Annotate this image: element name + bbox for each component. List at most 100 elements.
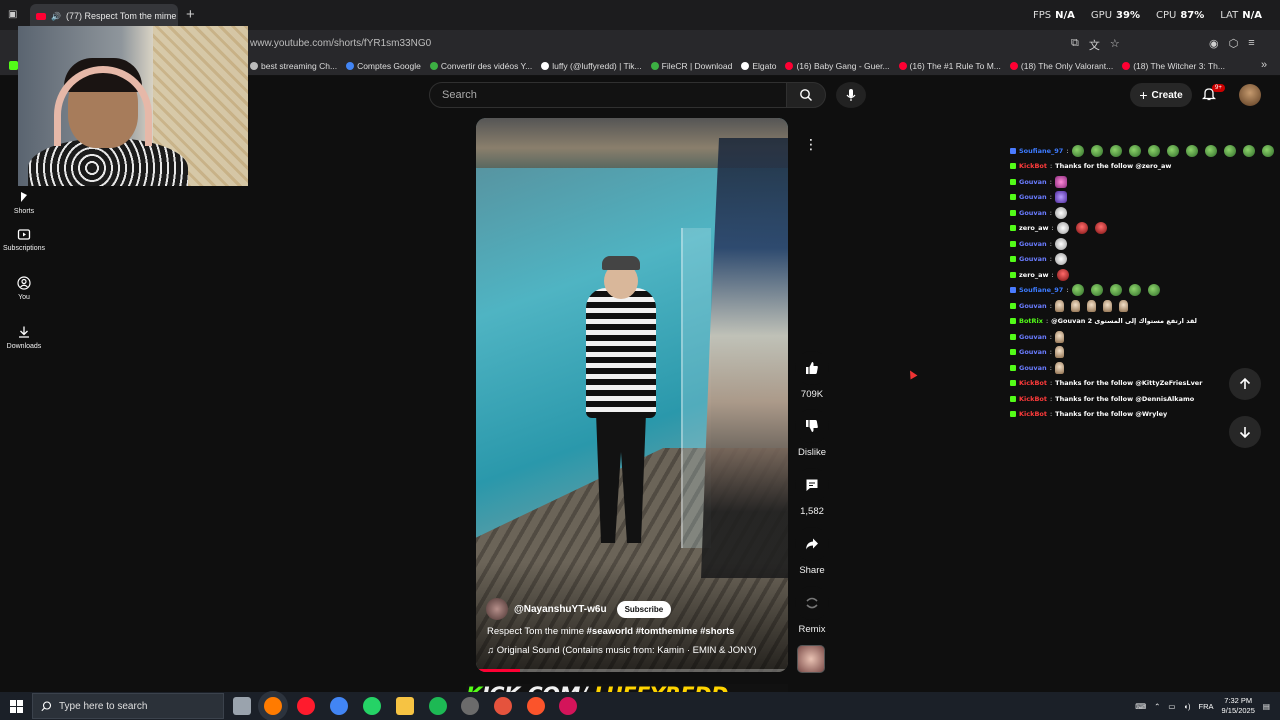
chat-separator: : [1049,239,1052,248]
bookmark-item[interactable]: luffy (@luffyredd) | Tik... [541,61,642,71]
tray-overflow-icon[interactable]: ⌃ [1154,702,1160,711]
bookmarks-overflow-icon[interactable]: » [1261,59,1267,71]
bookmark-label: best streaming Ch... [261,61,338,71]
search-button[interactable] [786,82,826,108]
dislike-button[interactable]: Dislike [792,409,832,458]
spotify-icon[interactable] [429,697,447,715]
video-progress-fill [476,669,520,672]
chat-username[interactable]: Soufiane_97 [1019,286,1063,294]
translate-icon[interactable]: 文 [1089,37,1100,53]
taskbar-search-box[interactable]: Type here to search [32,693,224,719]
firefox-icon[interactable] [264,697,282,715]
bookmark-item[interactable]: Comptes Google [346,61,421,71]
chat-username[interactable]: KickBot [1019,379,1047,387]
bookmark-item[interactable]: (16) Baby Gang - Guer... [785,61,890,71]
bookmark-item[interactable]: best streaming Ch... [250,61,337,71]
notification-center-icon[interactable]: ▤ [1263,702,1270,711]
account-avatar[interactable] [1239,84,1261,106]
picture-in-picture-icon[interactable]: ⧉ [1071,37,1079,53]
bookmark-list: best streaming Ch... Comptes Google Conver… [250,61,1225,71]
speaker-icon[interactable]: 🔊 [51,12,61,21]
nav-you[interactable]: You [0,276,48,301]
chat-emote-icon [1147,144,1160,157]
voice-search-button[interactable] [836,82,866,108]
chat-username[interactable]: Gouvan [1019,193,1047,201]
bookmark-item[interactable]: (18) The Only Valorant... [1009,61,1113,71]
chat-username[interactable]: Gouvan [1019,302,1047,310]
kick-bookmark-icon[interactable] [9,61,18,70]
chat-username[interactable]: Gouvan [1019,364,1047,372]
url-field[interactable]: www.youtube.com/shorts/fYR1sm33NG0 [250,38,431,49]
chat-username[interactable]: zero_aw [1019,271,1049,279]
windows-taskbar: Type here to search ⌨ ⌃ ▭ ◖) FRA 7:32 PM… [0,692,1280,720]
bookmark-star-icon[interactable]: ☆ [1110,37,1120,53]
chrome-icon[interactable] [330,697,348,715]
create-button[interactable]: + Create [1130,83,1192,107]
chat-username[interactable]: Gouvan [1019,209,1047,217]
profile-icon[interactable]: ◉ [1209,37,1219,50]
opera-icon[interactable] [297,697,315,715]
bookmark-item[interactable]: (18) The Witcher 3: Th... [1122,61,1225,71]
previous-short-button[interactable] [1229,368,1261,400]
like-button[interactable]: 709K [792,351,832,400]
volume-icon[interactable]: ◖) [1184,702,1191,711]
browser-tab-active[interactable]: 🔊 (77) Respect Tom the mime ✕ [30,4,178,28]
chat-username[interactable]: KickBot [1019,395,1047,403]
nav-shorts[interactable]: Shorts [0,190,48,215]
next-short-button[interactable] [1229,416,1261,448]
bookmark-item[interactable]: FileCR | Download [650,61,732,71]
share-button[interactable]: Share [792,527,832,576]
nav-downloads[interactable]: Downloads [0,325,48,350]
brave-icon[interactable] [527,697,545,715]
chat-emote-icon [1094,222,1107,235]
chat-emote-icon [1054,191,1067,204]
keyboard-icon[interactable]: ⌨ [1135,702,1146,711]
chat-message: Gouvan: [1010,236,1280,252]
short-video-player[interactable]: @NayanshuYT-w6u Subscribe Respect Tom th… [476,118,788,672]
video-progress-bar[interactable] [476,669,788,672]
task-view-icon[interactable] [233,697,251,715]
clock[interactable]: 7:32 PM 9/15/2025 [1222,696,1255,716]
language-indicator[interactable]: FRA [1199,702,1214,711]
channel-avatar[interactable] [486,598,508,620]
new-tab-button[interactable]: + [186,6,195,23]
remix-button[interactable]: Remix [792,586,832,635]
bookmark-item[interactable]: Convertir des vidéos Y... [429,61,532,71]
chat-username[interactable]: Gouvan [1019,178,1047,186]
start-button[interactable] [0,692,32,720]
bookmark-item[interactable]: (16) The #1 Rule To M... [898,61,1001,71]
chat-username[interactable]: KickBot [1019,410,1047,418]
obs-icon[interactable] [461,697,479,715]
subscribe-button[interactable]: Subscribe [616,600,672,618]
nav-subscriptions[interactable]: Subscriptions [0,227,48,252]
chat-username[interactable]: BotRix [1019,317,1043,325]
app-orange-icon[interactable] [494,697,512,715]
chat-username[interactable]: KickBot [1019,162,1047,170]
chat-username[interactable]: Gouvan [1019,240,1047,248]
chat-username[interactable]: Soufiane_97 [1019,147,1063,155]
chat-username[interactable]: Gouvan [1019,255,1047,263]
clock-time: 7:32 PM [1224,696,1253,705]
chat-username[interactable]: zero_aw [1019,224,1049,232]
bookmark-label: (16) Baby Gang - Guer... [796,61,890,71]
extensions-icon[interactable]: ⬡ [1229,37,1239,50]
video-hashtags[interactable]: #seaworld #tomthemime #shorts [587,626,735,637]
browser-menu-icon[interactable]: ≡ [1248,37,1254,50]
app-red-icon[interactable] [559,697,577,715]
search-input[interactable]: Search [429,82,787,108]
comments-button[interactable]: 1,582 [792,468,832,517]
bookmark-item[interactable]: Elgato [741,61,776,71]
channel-row: @NayanshuYT-w6u Subscribe [486,598,672,620]
whatsapp-icon[interactable] [363,697,381,715]
channel-name[interactable]: @NayanshuYT-w6u [514,604,607,615]
network-icon[interactable]: ▭ [1168,702,1175,711]
sound-thumbnail[interactable] [797,645,825,673]
chat-emote-icon [1071,284,1084,297]
tab-actions-icon[interactable]: ▣ [8,9,17,20]
video-more-options-icon[interactable]: ⋮ [801,136,821,156]
video-sound-link[interactable]: ♫ Original Sound (Contains music from: K… [487,645,757,656]
chat-username[interactable]: Gouvan [1019,348,1047,356]
file-explorer-icon[interactable] [396,697,414,715]
chat-username[interactable]: Gouvan [1019,333,1047,341]
chat-emote-icon [1090,284,1103,297]
